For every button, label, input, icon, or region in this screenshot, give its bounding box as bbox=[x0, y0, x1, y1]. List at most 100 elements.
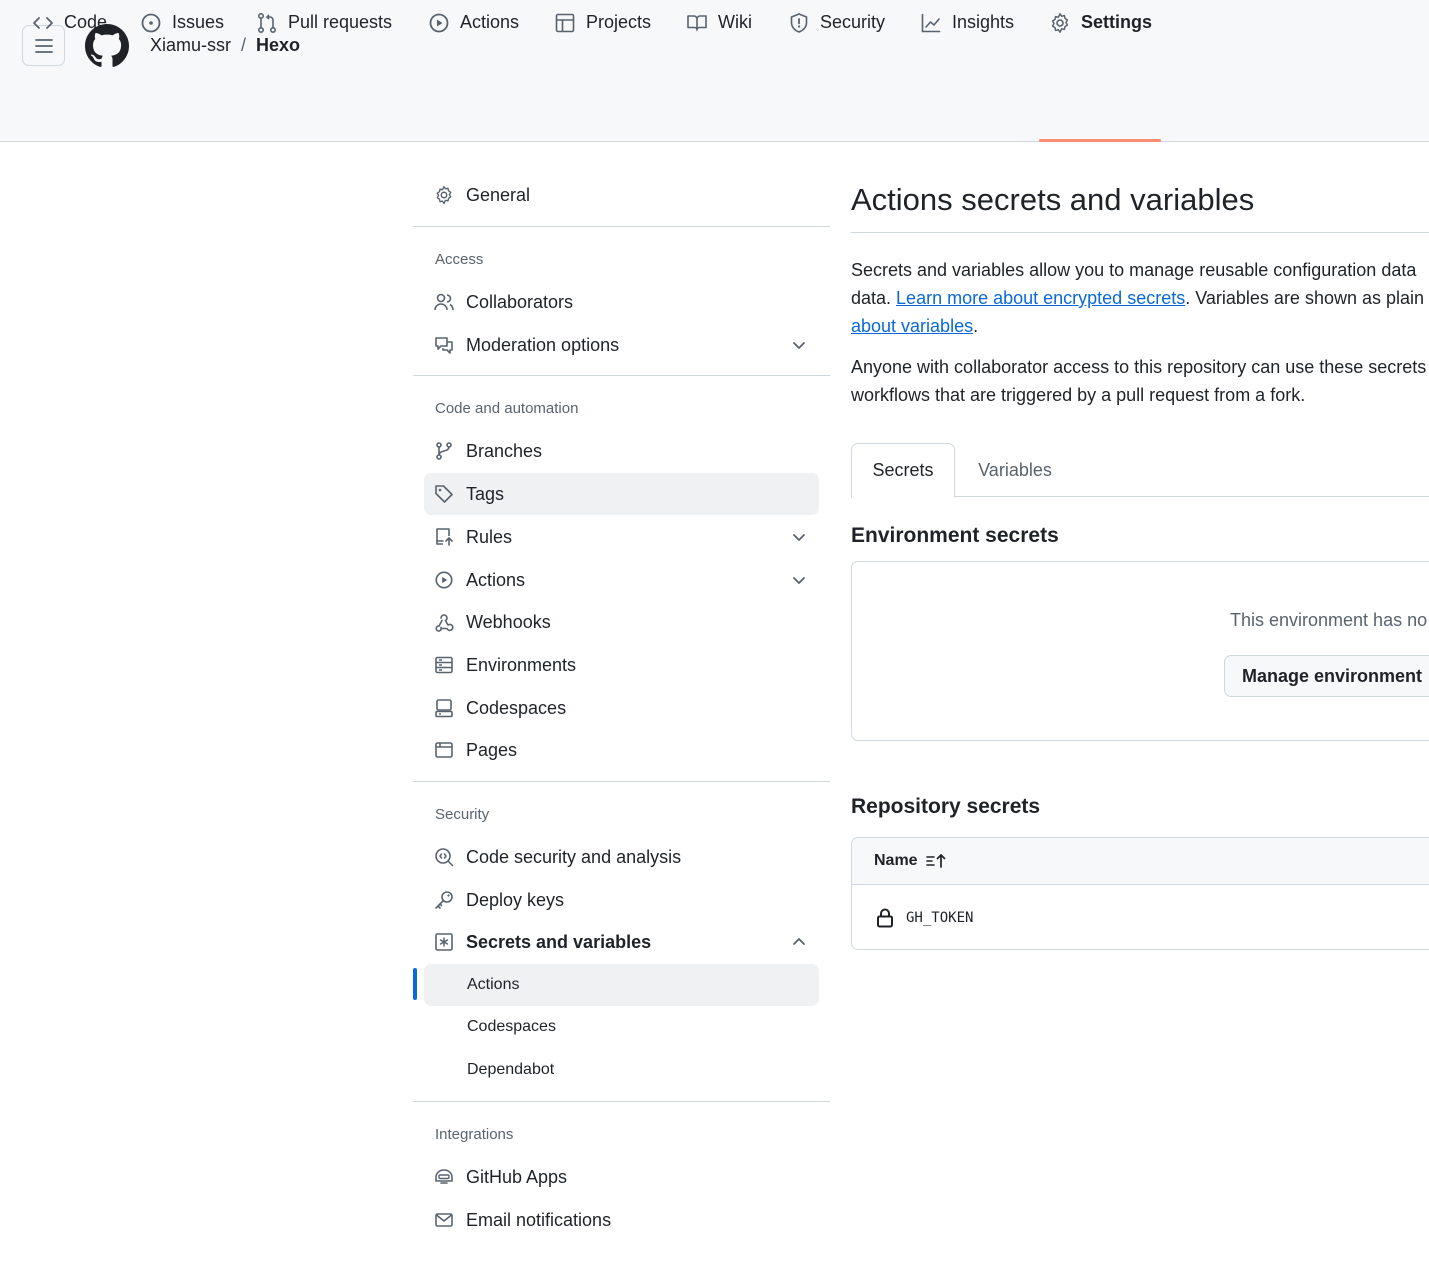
sidebar-item-code-security-label: Code security and analysis bbox=[466, 846, 682, 867]
chevron-down-icon bbox=[793, 342, 805, 349]
sidebar-item-deploy-keys-label: Deploy keys bbox=[466, 889, 565, 910]
sidebar-item-collaborators[interactable]: Collaborators bbox=[424, 281, 819, 323]
sidebar-subitem-dependabot[interactable]: Dependabot bbox=[424, 1049, 819, 1091]
codespaces-icon bbox=[435, 699, 453, 718]
gear-icon bbox=[1051, 12, 1069, 33]
sidebar-item-tags[interactable]: Tags bbox=[424, 473, 819, 515]
description-text: data. bbox=[851, 288, 897, 308]
key-icon bbox=[435, 891, 453, 909]
sidebar-item-moderation[interactable]: Moderation options bbox=[424, 324, 819, 366]
active-tab-indicator bbox=[1039, 139, 1161, 142]
tab-insights[interactable]: Insights bbox=[920, 0, 1014, 45]
tab-settings-label: Settings bbox=[1081, 12, 1153, 32]
repository-secrets-table: Name GH_TOKEN bbox=[851, 837, 1429, 950]
tab-insights-label: Insights bbox=[952, 12, 1015, 32]
sidebar-item-webhooks[interactable]: Webhooks bbox=[424, 601, 819, 643]
git-branch-icon bbox=[436, 442, 452, 460]
tab-code[interactable]: Code bbox=[32, 0, 107, 45]
environment-empty-text: This environment has no bbox=[1230, 610, 1428, 630]
sidebar-divider bbox=[413, 781, 830, 782]
description-text: . Variables are shown as plain bbox=[1185, 288, 1425, 308]
hubot-icon bbox=[435, 1169, 453, 1184]
codescan-icon bbox=[435, 848, 454, 867]
access-paragraph: Anyone with collaborator access to this … bbox=[851, 353, 1429, 409]
sidebar-item-pages[interactable]: Pages bbox=[424, 729, 819, 771]
sidebar-item-github-apps[interactable]: GitHub Apps bbox=[424, 1156, 819, 1198]
breadcrumb-separator: / bbox=[241, 35, 247, 55]
browser-icon bbox=[435, 742, 453, 758]
play-icon bbox=[435, 571, 453, 589]
tab-secrets[interactable]: Secrets bbox=[851, 443, 955, 498]
sidebar-subitem-dependabot-label: Dependabot bbox=[467, 1061, 555, 1078]
tab-wiki[interactable]: Wiki bbox=[686, 0, 752, 45]
sidebar-item-code-security[interactable]: Code security and analysis bbox=[424, 836, 819, 878]
name-column-header[interactable]: Name bbox=[874, 852, 918, 870]
description-text: . bbox=[973, 316, 979, 336]
chevron-down-icon bbox=[793, 577, 805, 584]
sidebar-heading-security: Security bbox=[435, 806, 490, 823]
sidebar-subitem-actions[interactable]: Actions bbox=[424, 964, 819, 1006]
play-icon bbox=[429, 13, 449, 32]
gear-icon bbox=[436, 185, 452, 205]
tab-pull-requests[interactable]: Pull requests bbox=[256, 0, 392, 45]
sidebar-item-collaborators-label: Collaborators bbox=[466, 291, 574, 312]
tab-projects[interactable]: Projects bbox=[554, 0, 651, 45]
sidebar-item-codespaces[interactable]: Codespaces bbox=[424, 687, 819, 729]
access-line-1: Anyone with collaborator access to this … bbox=[851, 357, 1427, 377]
sidebar-item-environments-label: Environments bbox=[466, 654, 577, 675]
title-divider bbox=[851, 232, 1429, 233]
sidebar-item-branches[interactable]: Branches bbox=[424, 430, 819, 472]
sidebar-heading-integrations: Integrations bbox=[435, 1126, 514, 1143]
graph-icon bbox=[921, 13, 941, 32]
sidebar-subitem-actions-label: Actions bbox=[467, 976, 520, 993]
sidebar-item-email-notifications-label: Email notifications bbox=[466, 1209, 612, 1230]
learn-secrets-link[interactable]: Learn more about encrypted secrets bbox=[896, 288, 1185, 308]
secret-name: GH_TOKEN bbox=[906, 910, 974, 926]
issue-opened-icon bbox=[141, 13, 161, 32]
secrets-variables-tabs: Secrets Variables bbox=[851, 443, 1429, 498]
sidebar-item-moderation-label: Moderation options bbox=[466, 334, 620, 355]
page-title: Actions secrets and variables bbox=[851, 182, 1255, 217]
sort-asc-icon[interactable] bbox=[925, 853, 948, 869]
table-icon bbox=[555, 13, 575, 32]
sidebar-item-secrets-variables-label: Secrets and variables bbox=[466, 931, 652, 952]
tab-wiki-label: Wiki bbox=[718, 12, 752, 32]
sidebar-item-general[interactable]: General bbox=[424, 174, 819, 216]
lock-icon bbox=[877, 908, 893, 928]
sidebar-item-pages-label: Pages bbox=[466, 739, 518, 760]
access-line-2: workflows that are triggered by a pull r… bbox=[851, 385, 1306, 405]
description-line-1: Secrets and variables allow you to manag… bbox=[851, 260, 1417, 280]
sidebar-heading-code-automation: Code and automation bbox=[435, 400, 579, 417]
tab-code-label: Code bbox=[64, 12, 108, 32]
code-icon bbox=[33, 16, 53, 29]
webhook-icon bbox=[435, 614, 454, 632]
environment-secrets-heading: Environment secrets bbox=[851, 524, 1059, 547]
sidebar-item-secrets-variables[interactable]: Secrets and variables bbox=[424, 921, 819, 963]
learn-variables-link[interactable]: about variables bbox=[851, 316, 973, 336]
description-line-3: about variables. bbox=[851, 312, 1429, 340]
tab-issues[interactable]: Issues bbox=[140, 0, 224, 45]
tab-settings[interactable]: Settings bbox=[1049, 0, 1152, 45]
repo-header: Xiamu-ssr / Hexo Code Issues Pull reques… bbox=[0, 0, 1429, 142]
table-row: GH_TOKEN bbox=[852, 886, 1429, 949]
tag-icon bbox=[435, 485, 453, 503]
active-item-indicator bbox=[413, 968, 417, 1000]
sidebar-item-environments[interactable]: Environments bbox=[424, 644, 819, 686]
description-line-2: data. Learn more about encrypted secrets… bbox=[851, 284, 1429, 312]
sidebar-subitem-codespaces[interactable]: Codespaces bbox=[424, 1006, 819, 1048]
tab-security[interactable]: Security bbox=[788, 0, 885, 45]
description-paragraph: Secrets and variables allow you to manag… bbox=[851, 256, 1429, 340]
sidebar-item-email-notifications[interactable]: Email notifications bbox=[424, 1199, 819, 1241]
sidebar-heading-access: Access bbox=[435, 251, 484, 268]
sidebar-item-github-apps-label: GitHub Apps bbox=[466, 1166, 568, 1187]
table-header: Name bbox=[852, 838, 1429, 885]
repo-push-icon bbox=[436, 528, 453, 546]
sidebar-item-deploy-keys[interactable]: Deploy keys bbox=[424, 879, 819, 921]
manage-environment-button[interactable]: Manage environment bbox=[1224, 655, 1429, 697]
chevron-up-icon bbox=[793, 938, 805, 945]
tab-actions[interactable]: Actions bbox=[428, 0, 519, 45]
sidebar-item-rules[interactable]: Rules bbox=[424, 516, 819, 558]
sidebar-item-actions[interactable]: Actions bbox=[424, 559, 819, 601]
tab-variables[interactable]: Variables bbox=[977, 443, 1053, 497]
tab-security-label: Security bbox=[820, 12, 886, 32]
